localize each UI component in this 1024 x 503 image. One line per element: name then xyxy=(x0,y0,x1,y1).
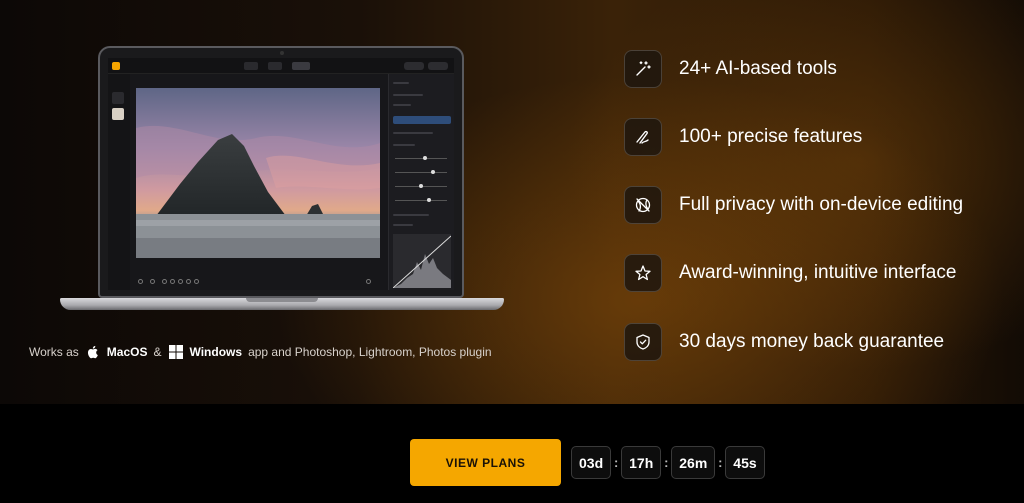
panel-line xyxy=(393,224,413,226)
toolbar-dot xyxy=(178,279,183,284)
feature-label: Award-winning, intuitive interface xyxy=(679,262,957,283)
compatibility-line: Works as MacOS & Windows app and Photosh… xyxy=(29,343,492,361)
app-screenshot xyxy=(108,58,454,290)
feature-item: Full privacy with on-device editing xyxy=(624,186,963,224)
shield-check-icon xyxy=(624,323,662,361)
panel-line xyxy=(393,214,429,216)
panel-line xyxy=(393,132,433,134)
apple-icon xyxy=(85,344,101,360)
camera-dot xyxy=(280,51,284,55)
laptop-lid xyxy=(98,46,464,298)
laptop-base xyxy=(60,298,504,310)
topbar-button xyxy=(428,62,448,70)
feature-label: 24+ AI-based tools xyxy=(679,58,837,79)
feature-item: 100+ precise features xyxy=(624,118,862,156)
topbar-tab xyxy=(292,62,310,70)
laptop-notch xyxy=(246,298,318,302)
feature-item: 30 days money back guarantee xyxy=(624,323,944,361)
star-icon xyxy=(624,254,662,292)
toolbar-dot xyxy=(170,279,175,284)
windows-icon xyxy=(168,344,184,360)
toolbar-dot xyxy=(194,279,199,284)
toolbar-dot xyxy=(138,279,143,284)
laptop-mockup xyxy=(60,46,504,312)
toolbar-dot xyxy=(162,279,167,284)
panel-slider xyxy=(395,158,447,159)
app-logo-icon xyxy=(112,62,120,70)
slider-knob xyxy=(419,184,423,188)
topbar-tab xyxy=(244,62,258,70)
edited-photo xyxy=(136,88,380,258)
countdown-hours: 17h xyxy=(621,446,662,479)
feature-item: Award-winning, intuitive interface xyxy=(624,254,956,292)
slider-knob xyxy=(423,156,427,160)
feature-label: Full privacy with on-device editing xyxy=(679,194,964,215)
feature-label: 30 days money back guarantee xyxy=(679,331,945,352)
countdown-separator: : xyxy=(718,455,723,470)
feature-label: 100+ precise features xyxy=(679,126,863,147)
windows-label: Windows xyxy=(189,345,243,359)
topbar-button xyxy=(404,62,424,70)
magic-wand-icon xyxy=(624,50,662,88)
slider-knob xyxy=(431,170,435,174)
panel-slider xyxy=(395,200,447,201)
view-plans-button[interactable]: VIEW PLANS xyxy=(410,439,561,486)
panel-slider xyxy=(395,172,447,173)
panel-line xyxy=(393,82,409,84)
macos-label: MacOS xyxy=(106,345,148,359)
countdown-seconds: 45s xyxy=(725,446,765,479)
topbar-tab xyxy=(268,62,282,70)
toolbar-dot xyxy=(186,279,191,284)
toolbar-dot xyxy=(366,279,371,284)
haystack-rock-image xyxy=(136,88,380,258)
histogram-graph xyxy=(393,234,451,288)
countdown-days: 03d xyxy=(571,446,612,479)
histogram-curve xyxy=(393,235,451,288)
works-suffix: app and Photoshop, Lightroom, Photos plu… xyxy=(248,345,492,359)
slider-knob xyxy=(427,198,431,202)
countdown-separator: : xyxy=(613,455,619,470)
countdown-timer: 03d : 17h : 26m : 45s xyxy=(571,446,765,479)
app-layers-panel xyxy=(108,74,130,290)
hero-section: Works as MacOS & Windows app and Photosh… xyxy=(0,0,1024,404)
app-topbar xyxy=(108,58,454,74)
layer-thumbnail xyxy=(112,108,124,120)
layer-add-icon xyxy=(112,92,124,104)
panel-active-section xyxy=(393,116,451,124)
feature-item: 24+ AI-based tools xyxy=(624,50,837,88)
privacy-icon xyxy=(624,186,662,224)
panel-line xyxy=(393,104,411,106)
works-prefix: Works as xyxy=(29,345,79,359)
app-bottom-toolbar xyxy=(130,272,386,290)
ampersand: & xyxy=(153,345,162,359)
countdown-minutes: 26m xyxy=(671,446,716,479)
countdown-separator: : xyxy=(664,455,669,470)
app-adjustments-panel xyxy=(388,74,454,290)
panel-line xyxy=(393,94,423,96)
panel-line xyxy=(393,144,415,146)
brush-icon xyxy=(624,118,662,156)
toolbar-dot xyxy=(150,279,155,284)
